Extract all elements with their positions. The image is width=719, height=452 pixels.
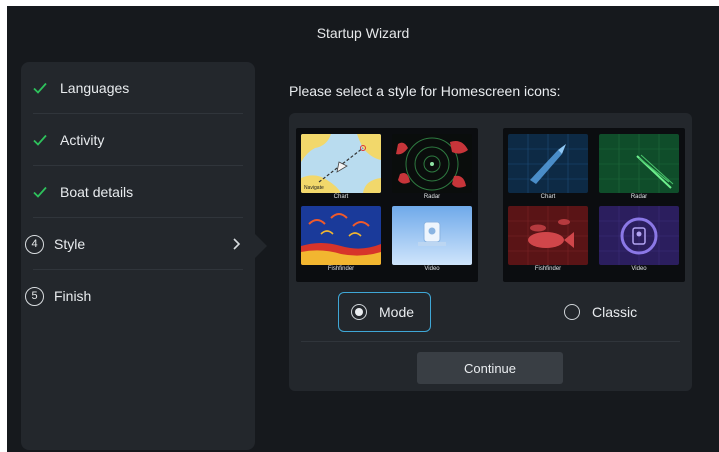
option-label: Mode — [379, 304, 415, 320]
mode-option-button[interactable]: Mode — [338, 292, 431, 332]
classic-style-preview[interactable]: Chart Radar Fishfinder Video — [503, 128, 685, 282]
step-label: Languages — [60, 80, 130, 96]
step-label: Finish — [54, 288, 92, 304]
tile-label: Video — [631, 266, 647, 272]
step-number-badge: 4 — [25, 234, 44, 254]
tile-label: Fishfinder — [534, 266, 562, 272]
check-icon — [32, 132, 48, 148]
step-finish[interactable]: 5 Finish — [21, 270, 255, 322]
step-languages[interactable]: Languages — [21, 62, 255, 114]
radio-unselected-icon — [564, 304, 580, 320]
chart-inner-label-holder: Navigate — [296, 134, 324, 191]
startup-wizard-screen: Startup Wizard Languages Activity Boat d… — [7, 6, 719, 452]
style-options-panel: Navigate Chart Radar Fishfinder Video Ch… — [289, 113, 692, 391]
step-activity[interactable]: Activity — [21, 114, 255, 166]
tile-label: Radar — [630, 194, 648, 200]
chart-inner-label: Navigate — [304, 185, 324, 191]
radar-icon — [392, 134, 472, 193]
video-icon — [392, 206, 472, 265]
option-label: Classic — [592, 304, 638, 320]
chart-icon — [508, 134, 588, 193]
radio-selected-icon — [351, 304, 367, 320]
step-boat-details[interactable]: Boat details — [21, 166, 255, 218]
classic-option-button[interactable]: Classic — [555, 292, 665, 332]
step-label: Activity — [60, 132, 105, 148]
style-prompt-heading: Please select a style for Homescreen ico… — [289, 83, 561, 99]
step-label: Style — [54, 236, 86, 252]
tile-label: Chart — [333, 194, 349, 200]
current-step-pointer — [255, 234, 267, 258]
check-icon — [32, 184, 48, 200]
fishfinder-icon — [301, 206, 381, 265]
steps-sidebar: Languages Activity Boat details 4 Style — [21, 62, 255, 450]
chevron-right-icon — [231, 236, 243, 252]
step-label: Boat details — [60, 184, 134, 200]
tile-label: Radar — [423, 194, 441, 200]
step-style[interactable]: 4 Style — [21, 218, 255, 270]
check-icon — [32, 80, 48, 96]
video-icon — [599, 206, 679, 265]
step-number-badge: 5 — [25, 286, 44, 306]
tile-label: Video — [424, 266, 440, 272]
tile-label: Fishfinder — [327, 266, 355, 272]
radar-icon — [599, 134, 679, 193]
mode-style-preview[interactable]: Navigate Chart Radar Fishfinder Video — [296, 128, 478, 282]
fishfinder-icon — [508, 206, 588, 265]
continue-button[interactable]: Continue — [417, 352, 563, 384]
wizard-title: Startup Wizard — [316, 25, 410, 41]
panel-divider — [301, 341, 680, 342]
tile-label: Chart — [540, 194, 556, 200]
